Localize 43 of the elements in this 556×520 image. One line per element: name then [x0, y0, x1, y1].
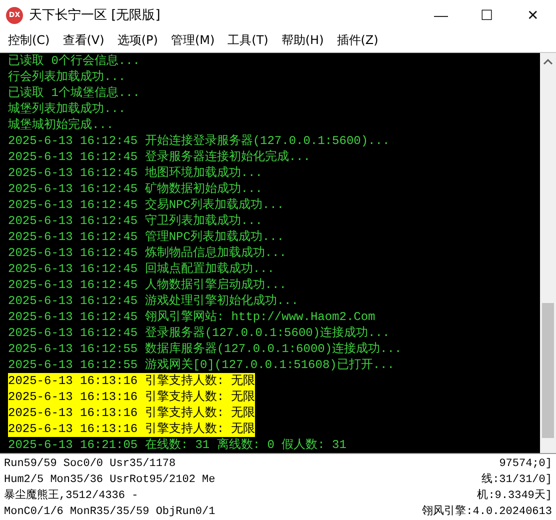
log-line: 已读取 1个城堡信息... [8, 84, 140, 101]
log-line: 城堡列表加载成功... [8, 100, 126, 117]
log-line: 2025-6-13 16:12:45 开始连接登录服务器(127.0.0.1:5600)... [8, 132, 390, 149]
menu-item[interactable]: 管理(M) [164, 30, 222, 52]
status-text: 97574;0] [499, 457, 552, 472]
status-text: 暴尘魔熊王,3512/4336 - [4, 488, 138, 504]
log-line: 2025-6-13 16:12:45 炼制物品信息加载成功... [8, 244, 286, 261]
log-line: 2025-6-13 16:12:55 游戏网关[0](127.0.0.1:51608)已打开... [8, 356, 394, 373]
log-line: 2025-6-13 16:12:45 交易NPC列表加载成功... [8, 196, 284, 213]
maximize-button[interactable]: ☐ [464, 0, 510, 30]
status-text: MonC0/1/6 MonR35/35/59 ObjRun0/1 [4, 505, 216, 520]
scroll-thumb[interactable] [542, 302, 554, 438]
menu-item[interactable]: 帮助(H) [275, 30, 331, 52]
status-text: 翎风引擎:4.0.20240613 [422, 504, 552, 520]
log-line: 2025-6-13 16:12:45 人物数据引擎启动成功... [8, 276, 286, 293]
log-line: 2025-6-13 16:12:45 登录服务器(127.0.0.1:5600)连接成功... [8, 324, 390, 341]
menu-item[interactable]: 插件(Z) [330, 30, 386, 52]
log-line: 已读取 0个行会信息... [8, 52, 140, 69]
log-line: 2025-6-13 16:12:45 游戏处理引擎初始化成功... [8, 292, 298, 309]
menu-item[interactable]: 工具(T) [222, 30, 276, 52]
minimize-button[interactable]: — [418, 0, 464, 30]
status-text: 机:9.3349天] [477, 488, 552, 504]
log-line: 2025-6-13 16:12:45 矿物数据初始成功... [8, 180, 262, 197]
log-line: 2025-6-13 16:12:55 数据库服务器(127.0.0.1:6000)连接成功... [8, 340, 402, 357]
log-line: 城堡城初始完成... [8, 116, 114, 133]
log-line: 2025-6-13 16:12:45 回城点配置加载成功... [8, 260, 274, 277]
status-text: 线:31/31/0] [482, 472, 552, 488]
scrollbar[interactable] [540, 52, 556, 453]
log-line: 行会列表加载成功... [8, 68, 126, 85]
log-line: 2025-6-13 16:21:05 在线数: 31 离线数: 0 假人数: 31 [8, 436, 346, 453]
menu-item[interactable]: 查看(V) [56, 30, 112, 52]
window-title: 天下长宁一区 [无限版] [29, 7, 160, 24]
log-line: 2025-6-13 16:12:45 翎风引擎网站: http://www.Haom2.Com [8, 308, 376, 325]
log-line: 2025-6-13 16:12:45 登录服务器连接初始化完成... [8, 148, 310, 165]
status-text: Run59/59 Soc0/0 Usr35/1178 [4, 457, 176, 472]
menu-item[interactable]: 选项(P) [111, 30, 165, 52]
close-button[interactable]: ✕ [510, 0, 556, 30]
log-line: 2025-6-13 16:12:45 守卫列表加载成功... [8, 212, 262, 229]
status-text: Hum2/5 Mon35/36 UsrRot95/2102 Me [4, 473, 216, 488]
log-line: 2025-6-13 16:12:45 地图环境加载成功... [8, 164, 262, 181]
menu-item[interactable]: 控制(C) [2, 30, 57, 52]
scroll-up-icon[interactable] [543, 58, 553, 65]
log-line: 2025-6-13 16:12:45 管理NPC列表加载成功... [8, 228, 284, 245]
